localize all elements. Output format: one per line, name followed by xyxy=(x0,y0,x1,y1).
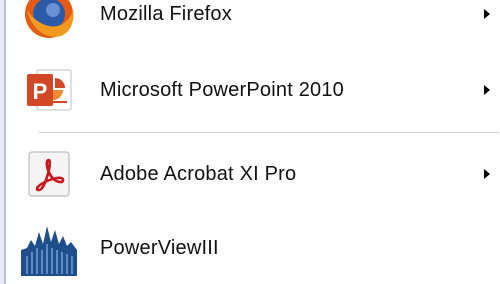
submenu-arrow-icon xyxy=(484,9,490,19)
acrobat-icon xyxy=(21,146,77,202)
menu-item-powerview[interactable]: PowerViewIII xyxy=(9,218,500,278)
menu-item-firefox[interactable]: Mozilla Firefox xyxy=(9,0,500,44)
menu-item-label: Microsoft PowerPoint 2010 xyxy=(100,78,345,101)
firefox-icon xyxy=(21,0,77,42)
submenu-arrow-icon xyxy=(484,169,490,179)
menu-item-label: PowerViewIII xyxy=(100,236,219,259)
menu-item-label: Mozilla Firefox xyxy=(100,2,232,25)
menu-item-label: Adobe Acrobat XI Pro xyxy=(100,162,297,185)
powerview-icon xyxy=(21,220,77,276)
menu-item-powerpoint[interactable]: P Microsoft PowerPoint 2010 xyxy=(9,60,500,120)
menu-separator xyxy=(39,132,499,133)
start-menu-programs: Mozilla Firefox P Microsoft PowerPoint 2… xyxy=(9,0,500,284)
powerpoint-icon: P xyxy=(21,62,77,118)
submenu-arrow-icon xyxy=(484,85,490,95)
menu-item-acrobat[interactable]: Adobe Acrobat XI Pro xyxy=(9,144,500,204)
svg-text:P: P xyxy=(33,79,48,104)
menu-left-border xyxy=(0,0,9,284)
